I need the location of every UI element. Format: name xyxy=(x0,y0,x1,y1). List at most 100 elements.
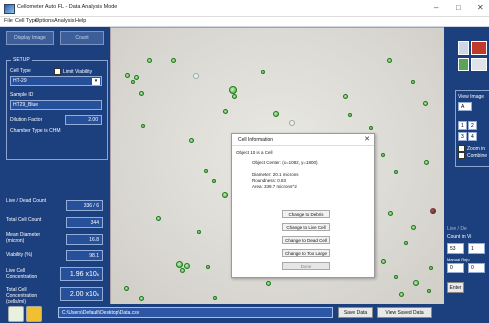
count-button[interactable]: Count xyxy=(60,31,104,45)
change-to-dead-cell-button[interactable]: Change to Dead Cell xyxy=(282,236,330,244)
display-image-button[interactable]: Display Image xyxy=(6,31,54,45)
live-cell[interactable] xyxy=(204,169,208,173)
enter-button[interactable]: Enter xyxy=(447,282,464,293)
live-cell[interactable] xyxy=(176,261,183,268)
live-cell[interactable] xyxy=(197,230,201,234)
live-cell[interactable] xyxy=(413,280,419,286)
title-bar: Cellometer Auto FL - Data Analysis Mode … xyxy=(0,0,489,17)
live-cell[interactable] xyxy=(139,91,144,96)
view-image-select[interactable]: A xyxy=(458,102,472,111)
live-cell[interactable] xyxy=(394,170,398,174)
live-cell[interactable] xyxy=(399,292,404,297)
bottom-bar: C:\Users\Default\Desktop\Data.csv Save D… xyxy=(0,304,489,323)
live-cell[interactable] xyxy=(394,275,398,279)
menu-options[interactable]: Options xyxy=(35,18,54,24)
dialog-close-icon[interactable]: ✕ xyxy=(364,135,370,143)
manual-live-input[interactable]: 0 xyxy=(447,263,464,273)
live-cell[interactable] xyxy=(388,211,393,216)
live-cell[interactable] xyxy=(411,225,416,230)
done-button[interactable]: Done xyxy=(282,262,330,270)
live-cell[interactable] xyxy=(206,265,210,269)
live-cell[interactable] xyxy=(369,126,373,130)
report-icon[interactable] xyxy=(471,58,487,71)
export-icon[interactable] xyxy=(458,58,469,71)
page-1-button[interactable]: 1 xyxy=(458,121,467,130)
page-2-button[interactable]: 2 xyxy=(468,121,477,130)
chevron-down-icon: ▾ xyxy=(92,78,100,85)
maximize-button[interactable]: □ xyxy=(456,3,461,12)
save-data-button[interactable]: Save Data xyxy=(338,307,373,318)
live-cell[interactable] xyxy=(180,268,185,273)
count-in-view-label: Count in Vi xyxy=(447,234,472,240)
live-cell[interactable] xyxy=(223,109,228,114)
dilution-factor-input[interactable]: 2.00 xyxy=(65,115,102,125)
view-image-value: A xyxy=(461,103,465,110)
limit-viability-checkbox[interactable]: Limit Viability xyxy=(54,68,92,75)
folder-icon[interactable] xyxy=(26,306,42,322)
live-cell[interactable] xyxy=(171,58,176,63)
live-cell[interactable] xyxy=(343,94,348,99)
live-cell[interactable] xyxy=(213,296,217,300)
live-cell[interactable] xyxy=(387,58,392,63)
live-cell[interactable] xyxy=(266,281,271,286)
change-to-too-large-button[interactable]: Change to Too Large xyxy=(282,249,330,257)
menu-help[interactable]: Help xyxy=(75,18,86,24)
sample-id-input[interactable]: HT29_Blue xyxy=(10,100,102,110)
mean-diameter-label: Mean Diameter (micron) xyxy=(6,232,41,244)
total-concentration-value: 2.00 x10 6 xyxy=(60,287,103,301)
total-cell-count-label: Total Cell Count xyxy=(6,217,42,223)
live-cell[interactable] xyxy=(423,101,428,106)
live-concentration-mantissa: 1.96 x10 xyxy=(69,270,97,278)
live-dead-label: Live / Dead Count xyxy=(6,198,47,204)
close-button[interactable]: ✕ xyxy=(477,3,484,12)
live-concentration-value: 1.96 x10 6 xyxy=(60,267,103,281)
live-cell[interactable] xyxy=(141,124,145,128)
live-cell[interactable] xyxy=(429,266,433,270)
live-cell[interactable] xyxy=(381,153,385,157)
menu-bar: File Cell Type Options Analysis Help xyxy=(0,17,489,27)
save-icon[interactable] xyxy=(458,41,469,55)
live-cell[interactable] xyxy=(404,241,408,245)
menu-analysis[interactable]: Analysis xyxy=(54,18,74,24)
live-cell[interactable] xyxy=(273,111,279,117)
live-cell[interactable] xyxy=(125,73,130,78)
zoom-in-checkbox[interactable]: Zoom in xyxy=(458,145,485,152)
live-cell[interactable] xyxy=(147,58,152,63)
combine-checkbox[interactable]: Combine xyxy=(458,152,487,159)
live-cell[interactable] xyxy=(261,70,265,74)
live-cell[interactable] xyxy=(134,75,139,80)
live-cell[interactable] xyxy=(427,289,431,293)
live-cell[interactable] xyxy=(232,94,237,99)
page-3-button[interactable]: 3 xyxy=(458,132,467,141)
cell-type-select[interactable]: HT-29 ▾ xyxy=(10,76,102,86)
live-cell[interactable] xyxy=(348,113,352,117)
change-to-debris-button[interactable]: Change to Debris xyxy=(282,210,330,218)
page-4-button[interactable]: 4 xyxy=(468,132,477,141)
change-to-live-cell-button[interactable]: Change to Live Cell xyxy=(282,223,330,231)
live-concentration-exponent: 6 xyxy=(96,271,99,277)
menu-file[interactable]: File xyxy=(4,18,13,24)
pdf-icon[interactable] xyxy=(471,41,487,55)
live-cell[interactable] xyxy=(124,286,129,291)
live-cell[interactable] xyxy=(212,179,216,183)
live-cell[interactable] xyxy=(222,192,228,198)
live-cell[interactable] xyxy=(156,216,161,221)
live-cell[interactable] xyxy=(229,86,237,94)
count-in-view-live: 53 xyxy=(447,243,464,254)
live-cell[interactable] xyxy=(381,259,386,264)
view-image-label: View Image xyxy=(458,94,485,100)
live-cell[interactable] xyxy=(411,80,415,84)
window-title: Cellometer Auto FL - Data Analysis Mode xyxy=(17,4,118,10)
live-cell[interactable] xyxy=(189,138,194,143)
live-cell[interactable] xyxy=(424,160,429,165)
live-cell[interactable] xyxy=(131,80,135,84)
file-path-input[interactable]: C:\Users\Default\Desktop\Data.csv xyxy=(58,307,333,318)
dead-cell[interactable] xyxy=(430,208,436,214)
view-saved-data-button[interactable]: View Saved Data xyxy=(377,307,432,318)
manual-dead-input[interactable]: 0 xyxy=(468,263,485,273)
live-cell[interactable] xyxy=(184,263,190,269)
minimize-button[interactable]: – xyxy=(434,3,438,12)
live-cell[interactable] xyxy=(139,296,144,301)
refresh-icon[interactable] xyxy=(8,306,24,322)
cell-type-value: HT-29 xyxy=(13,78,27,84)
